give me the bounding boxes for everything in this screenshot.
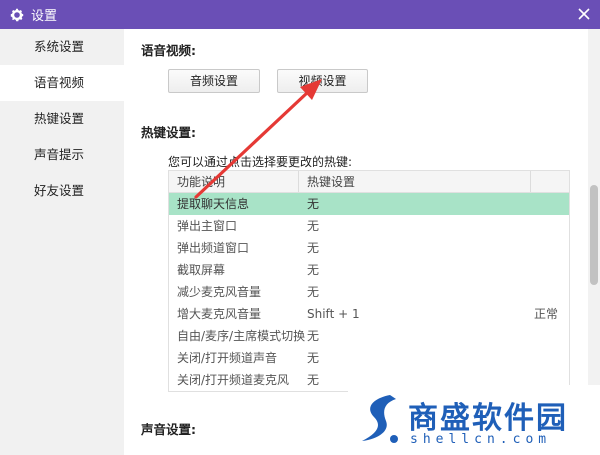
title-bar: 设置 (0, 0, 600, 29)
hotkeys-heading: 热键设置: (141, 125, 196, 140)
function-cell: 增大麦克风音量 (177, 307, 262, 321)
column-header-status (531, 171, 569, 192)
hotkey-table-header: 功能说明 热键设置 (169, 171, 569, 193)
table-row[interactable]: 弹出主窗口 无 (169, 215, 569, 237)
function-cell: 关闭/打开频道声音 (177, 351, 278, 365)
status-cell (531, 281, 569, 303)
watermark-brand: 商盛软件园 (408, 401, 568, 436)
hotkeys-hint: 您可以通过点击选择要更改的热键: (168, 155, 353, 169)
status-cell (531, 215, 569, 237)
function-cell: 弹出主窗口 (177, 219, 238, 233)
column-header-function[interactable]: 功能说明 (169, 171, 299, 192)
hotkey-cell: 无 (307, 329, 320, 343)
gear-icon (9, 7, 25, 23)
hotkey-cell: 无 (307, 263, 320, 277)
hotkey-cell: Shift + 1 (307, 307, 360, 321)
status-cell (531, 259, 569, 281)
hotkey-cell: 无 (307, 285, 320, 299)
function-cell: 减少麦克风音量 (177, 285, 262, 299)
sidebar-item-system[interactable]: 系统设置 (0, 29, 124, 65)
scrollbar-thumb[interactable] (590, 185, 598, 285)
function-cell: 自由/麦序/主席模式切换 (177, 329, 306, 343)
video-settings-button[interactable]: 视频设置 (277, 69, 368, 93)
table-row[interactable]: 增大麦克风音量 Shift + 1 正常 (169, 303, 569, 325)
status-cell (531, 325, 569, 347)
hotkey-cell: 无 (307, 351, 320, 365)
status-cell (531, 347, 569, 369)
table-row[interactable]: 弹出频道窗口 无 (169, 237, 569, 259)
table-row[interactable]: 截取屏幕 无 (169, 259, 569, 281)
table-row[interactable]: 关闭/打开频道声音 无 (169, 347, 569, 369)
hotkey-cell: 无 (307, 241, 320, 255)
column-header-hotkey[interactable]: 热键设置 (299, 171, 531, 192)
sidebar: 系统设置 语音视频 热键设置 声音提示 好友设置 (0, 29, 124, 455)
function-cell: 关闭/打开频道麦克风 (177, 373, 290, 387)
voice-video-heading: 语音视频: (141, 43, 196, 58)
audio-settings-button[interactable]: 音频设置 (168, 69, 260, 93)
function-cell: 弹出频道窗口 (177, 241, 250, 255)
watermark-url: shellcn.com (410, 432, 552, 447)
status-cell: 正常 (534, 307, 559, 321)
shellcn-logo-icon (362, 395, 398, 443)
window-title: 设置 (31, 9, 58, 24)
sound-heading: 声音设置: (141, 422, 196, 437)
status-cell (531, 237, 569, 259)
status-cell (531, 193, 569, 215)
function-cell: 截取屏幕 (177, 263, 226, 277)
sidebar-item-sound-alerts[interactable]: 声音提示 (0, 137, 124, 173)
hotkey-cell: 无 (307, 219, 320, 233)
table-row[interactable]: 减少麦克风音量 无 (169, 281, 569, 303)
function-cell: 提取聊天信息 (177, 197, 250, 211)
hotkey-table[interactable]: 功能说明 热键设置 提取聊天信息无弹出主窗口无弹出频道窗口无截取屏幕无减少麦克风… (168, 170, 570, 392)
table-row[interactable]: 提取聊天信息 无 (169, 193, 569, 215)
close-icon[interactable] (576, 6, 592, 22)
watermark: 商盛软件园 shellcn.com (348, 385, 600, 455)
hotkey-cell: 无 (307, 197, 320, 211)
sidebar-item-friends[interactable]: 好友设置 (0, 173, 124, 209)
sidebar-item-hotkeys[interactable]: 热键设置 (0, 101, 124, 137)
sidebar-item-voice-video[interactable]: 语音视频 (0, 65, 124, 101)
table-row[interactable]: 自由/麦序/主席模式切换无 (169, 325, 569, 347)
